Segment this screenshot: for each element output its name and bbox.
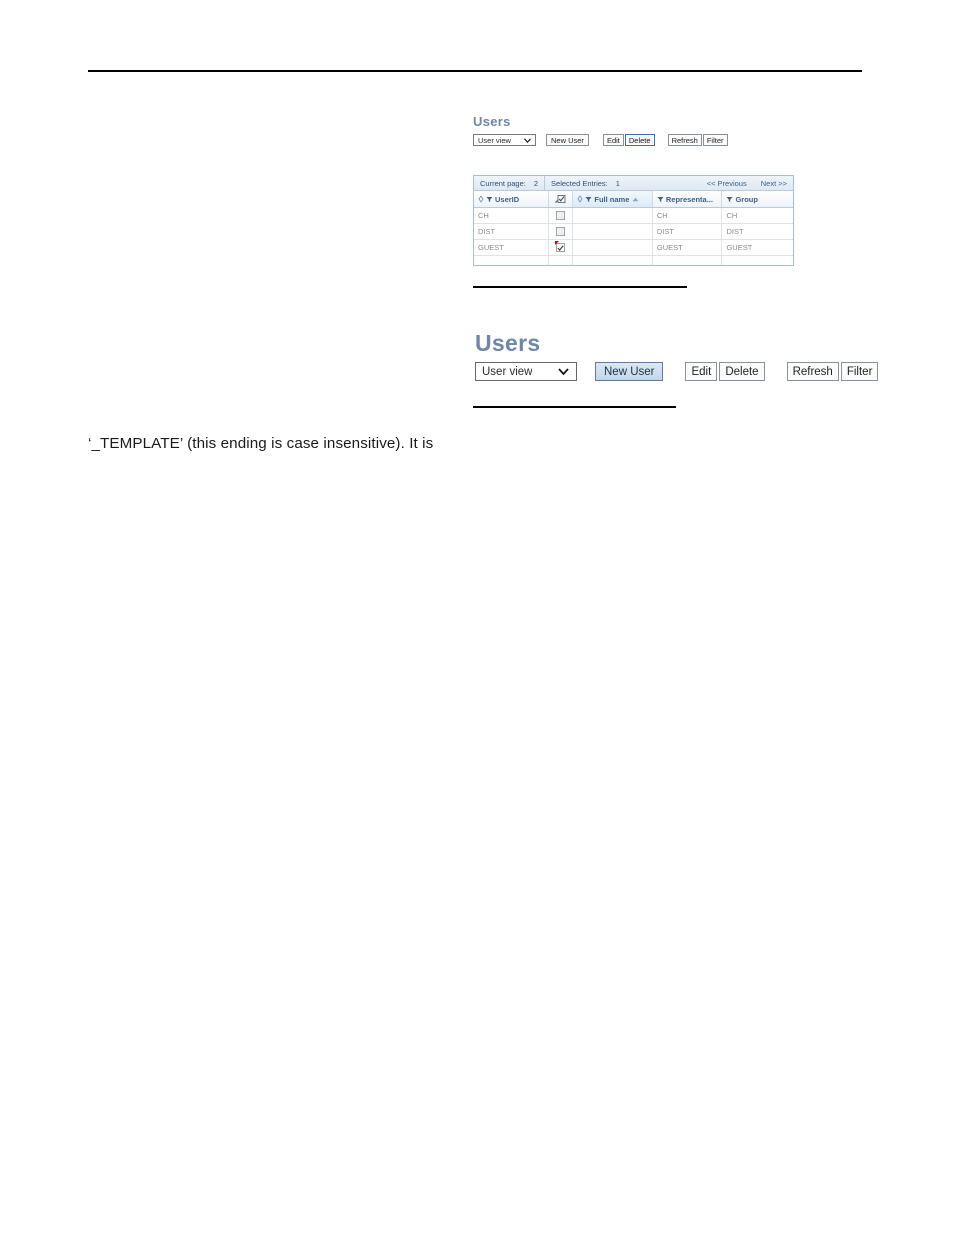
diamond-sort-icon	[577, 195, 583, 203]
sort-ascending-icon	[632, 197, 639, 202]
fig1-page-title: Users	[473, 114, 511, 129]
cell-fullname	[573, 224, 653, 239]
cell-select-checkbox	[549, 256, 574, 265]
figure-users-panel-small: Users User view New User Edit Delete Ref…	[473, 112, 798, 272]
column-header-group-label: Group	[735, 194, 758, 204]
fig1-view-select-value: User view	[478, 135, 511, 145]
row-modified-flag-icon	[554, 241, 559, 245]
chevron-down-icon	[523, 137, 535, 143]
chevron-down-icon	[557, 368, 576, 375]
fig2-filter-button[interactable]: Filter	[840, 362, 879, 381]
grid-pager: << Previous Next >>	[707, 179, 787, 188]
cell-select-checkbox[interactable]	[549, 224, 574, 239]
fig2-page-title: Users	[475, 330, 541, 356]
fig1-grid-status-bar: Current page: 2 Selected Entries: 1 << P…	[474, 176, 793, 191]
figure-users-panel-large: Users User view New User Edit Delete Ref…	[473, 330, 879, 390]
current-page-label: Current page:	[480, 178, 526, 188]
fig1-grid-header-row: UserID Full name Representa... Group	[474, 191, 793, 208]
funnel-icon	[726, 196, 733, 203]
cell-fullname	[573, 256, 653, 265]
cell-fullname	[573, 240, 653, 255]
fig2-view-select-value: User view	[482, 365, 533, 378]
fig2-delete-button[interactable]: Delete	[719, 362, 765, 381]
cell-representative: GUEST	[653, 240, 723, 255]
cell-select-checkbox[interactable]	[549, 240, 574, 255]
cell-representative: DIST	[653, 224, 723, 239]
fig1-edit-button[interactable]: Edit	[602, 134, 624, 146]
cell-group: DIST	[726, 227, 744, 236]
funnel-icon	[585, 196, 592, 203]
table-row-partial	[474, 256, 793, 265]
status-bar-divider	[544, 176, 546, 190]
column-header-group[interactable]: Group	[722, 191, 793, 207]
cell-userid: CH	[474, 208, 549, 223]
fig1-users-grid: Current page: 2 Selected Entries: 1 << P…	[473, 175, 794, 266]
selected-entries-value: 1	[615, 178, 620, 188]
current-page-value: 2	[533, 178, 539, 188]
fig1-new-user-button[interactable]: New User	[546, 134, 589, 146]
fig1-toolbar: User view New User Edit Delete Refresh F…	[473, 134, 728, 146]
cell-group: GUEST	[726, 243, 753, 252]
select-all-checkbox-icon	[555, 194, 566, 204]
fig1-delete-button[interactable]: Delete	[624, 134, 655, 146]
column-header-representative[interactable]: Representa...	[653, 191, 723, 207]
selected-entries-label: Selected Entries:	[551, 178, 608, 188]
next-page-button[interactable]: Next >>	[761, 179, 787, 188]
figure-2-underline	[473, 406, 676, 408]
previous-page-button[interactable]: << Previous	[707, 179, 747, 188]
table-row[interactable]: DIST DIST DIST	[474, 224, 793, 240]
cell-fullname	[573, 208, 653, 223]
funnel-icon	[486, 196, 493, 203]
fig2-view-select[interactable]: User view	[475, 362, 577, 381]
diamond-sort-icon	[478, 195, 484, 203]
column-header-userid[interactable]: UserID	[474, 191, 549, 207]
column-header-select-all[interactable]	[549, 191, 574, 207]
row-checkbox-unchecked[interactable]	[555, 211, 565, 220]
row-checkbox-unchecked[interactable]	[555, 227, 565, 236]
fig2-refresh-button[interactable]: Refresh	[786, 362, 839, 381]
funnel-icon	[657, 196, 664, 203]
column-header-fullname[interactable]: Full name	[573, 191, 653, 207]
fig1-refresh-button[interactable]: Refresh	[667, 134, 702, 146]
table-row[interactable]: CH CH CH	[474, 208, 793, 224]
fig1-view-select[interactable]: User view	[473, 134, 536, 146]
fig2-edit-button[interactable]: Edit	[685, 362, 718, 381]
cell-userid: GUEST	[474, 240, 549, 255]
cell-userid	[474, 256, 549, 265]
column-header-userid-label: UserID	[495, 194, 520, 204]
column-header-fullname-label: Full name	[594, 194, 630, 204]
fig1-filter-button[interactable]: Filter	[702, 134, 728, 146]
cell-representative	[653, 256, 723, 265]
cell-group	[722, 256, 793, 265]
cell-group: CH	[726, 211, 738, 220]
cell-representative: CH	[653, 208, 723, 223]
page-header-rule	[88, 70, 862, 72]
fig2-new-user-button[interactable]: New User	[595, 362, 664, 381]
fig2-toolbar: User view New User Edit Delete Refresh F…	[475, 362, 879, 381]
figure-1-underline	[473, 286, 687, 288]
table-row[interactable]: GUEST GUEST GUEST	[474, 240, 793, 256]
cell-select-checkbox[interactable]	[549, 208, 574, 223]
cell-userid: DIST	[474, 224, 549, 239]
body-paragraph: ‘_TEMPLATE’ (this ending is case insensi…	[88, 435, 434, 452]
column-header-representative-label: Representa...	[665, 194, 713, 204]
